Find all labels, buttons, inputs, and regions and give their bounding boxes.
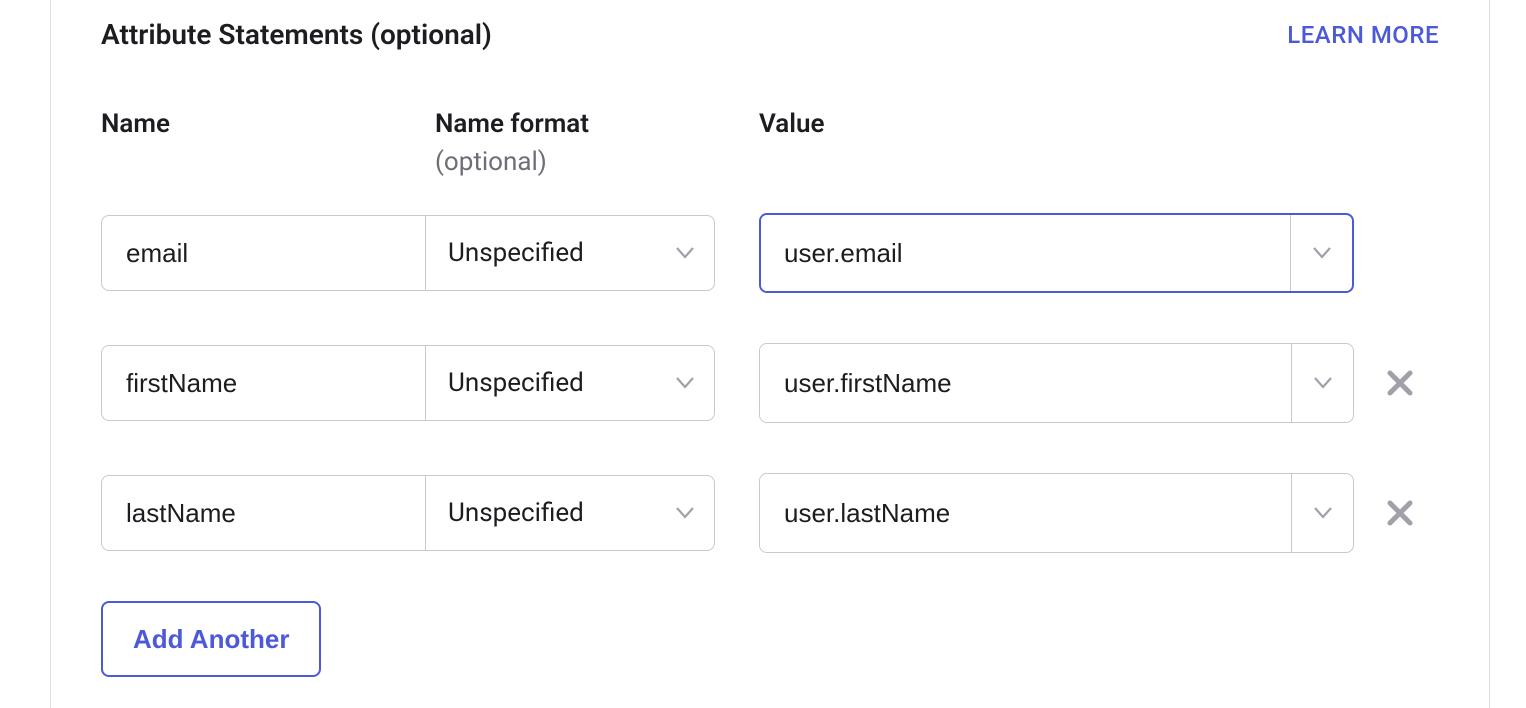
value-dropdown-toggle[interactable] bbox=[1291, 344, 1353, 422]
value-combobox[interactable] bbox=[759, 343, 1354, 423]
column-format-subheading: (optional) bbox=[435, 147, 759, 177]
column-name-heading: Name bbox=[101, 109, 435, 139]
chevron-down-icon bbox=[676, 377, 694, 389]
attribute-rows: Unspecified Unspecified Unspecified bbox=[101, 213, 1439, 553]
chevron-down-icon bbox=[676, 507, 694, 519]
attribute-row: Unspecified bbox=[101, 213, 1439, 293]
value-combobox[interactable] bbox=[759, 213, 1354, 293]
learn-more-link[interactable]: LEARN MORE bbox=[1287, 21, 1439, 49]
chevron-down-icon bbox=[1314, 377, 1332, 389]
name-format-value: Unspecified bbox=[448, 368, 584, 398]
add-another-button[interactable]: Add Another bbox=[101, 601, 321, 677]
attribute-name-input[interactable] bbox=[101, 475, 425, 551]
section-header: Attribute Statements (optional) LEARN MO… bbox=[101, 18, 1439, 51]
attribute-row: Unspecified bbox=[101, 343, 1439, 423]
close-icon bbox=[1385, 498, 1415, 528]
attribute-name-input[interactable] bbox=[101, 345, 425, 421]
column-value-heading: Value bbox=[759, 109, 1354, 139]
columns-header: Name Name format (optional) Value bbox=[101, 109, 1439, 177]
remove-row-button[interactable] bbox=[1382, 495, 1418, 531]
name-format-value: Unspecified bbox=[448, 498, 584, 528]
name-format-value: Unspecified bbox=[448, 238, 584, 268]
attribute-value-input[interactable] bbox=[760, 474, 1291, 552]
chevron-down-icon bbox=[1314, 507, 1332, 519]
name-format-select[interactable]: Unspecified bbox=[425, 345, 715, 421]
attribute-value-input[interactable] bbox=[760, 344, 1291, 422]
value-combobox[interactable] bbox=[759, 473, 1354, 553]
column-format-heading: Name format bbox=[435, 109, 759, 139]
chevron-down-icon bbox=[676, 247, 694, 259]
attribute-row: Unspecified bbox=[101, 473, 1439, 553]
remove-row-button[interactable] bbox=[1382, 365, 1418, 401]
section-title: Attribute Statements (optional) bbox=[101, 18, 492, 51]
name-format-select[interactable]: Unspecified bbox=[425, 475, 715, 551]
attribute-name-input[interactable] bbox=[101, 215, 425, 291]
name-format-select[interactable]: Unspecified bbox=[425, 215, 715, 291]
close-icon bbox=[1385, 368, 1415, 398]
attribute-statements-card: Attribute Statements (optional) LEARN MO… bbox=[50, 0, 1490, 708]
value-dropdown-toggle[interactable] bbox=[1290, 215, 1352, 291]
attribute-value-input[interactable] bbox=[761, 215, 1290, 291]
value-dropdown-toggle[interactable] bbox=[1291, 474, 1353, 552]
chevron-down-icon bbox=[1313, 247, 1331, 259]
